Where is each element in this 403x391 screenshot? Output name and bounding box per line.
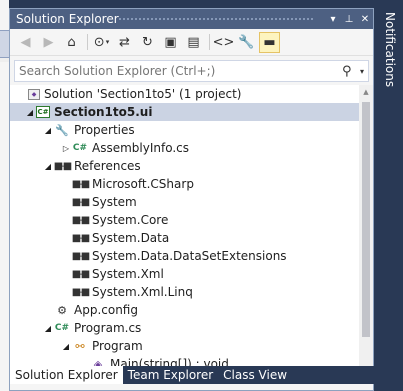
expanded-arrow-icon[interactable]: ◢	[42, 126, 54, 135]
search-box[interactable]: ⚲ ▾	[14, 60, 369, 82]
solution-icon: ◆	[28, 88, 40, 100]
program-class-label: Program	[92, 339, 143, 353]
tree-row-reference[interactable]: ■-■ System.Xml.Linq	[10, 283, 359, 301]
sync-with-active-document-icon[interactable]: ⇄	[114, 32, 135, 53]
reference-label: System.Core	[92, 213, 169, 227]
view-code-icon[interactable]: <>	[213, 32, 235, 53]
notifications-side-panel[interactable]: Notifications	[376, 8, 403, 391]
config-file-icon: ⚙	[57, 303, 67, 317]
tab-team-explorer[interactable]: Team Explorer	[123, 366, 219, 384]
reference-icon: ■-■	[71, 178, 91, 190]
reference-icon: ■-■	[71, 196, 91, 208]
tab-class-view[interactable]: Class View	[218, 366, 292, 384]
vertical-scrollbar[interactable]: ▲	[359, 85, 373, 372]
csharp-file-icon: C#	[72, 143, 88, 153]
reference-label: Microsoft.CSharp	[92, 177, 194, 191]
close-icon[interactable]: ✕	[357, 9, 373, 29]
scroll-up-icon[interactable]: ▲	[359, 85, 373, 99]
reference-label: System.Data.DataSetExtensions	[92, 249, 287, 263]
tree-row-reference[interactable]: ■-■ System.Xml	[10, 265, 359, 283]
tool-window-tabs: Solution Explorer Team Explorer Class Vi…	[10, 366, 374, 384]
assemblyinfo-label: AssemblyInfo.cs	[92, 141, 190, 155]
back-icon[interactable]: ◀	[15, 32, 36, 53]
toolbar-separator	[87, 34, 88, 50]
tree-row-reference[interactable]: ■-■ System	[10, 193, 359, 211]
home-icon[interactable]: ⌂	[61, 32, 82, 53]
reference-icon: ■-■	[71, 232, 91, 244]
toolbar-separator	[209, 34, 210, 50]
forward-icon[interactable]: ▶	[38, 32, 59, 53]
reference-icon: ■-■	[71, 268, 91, 280]
reference-label: System.Xml	[92, 267, 164, 281]
chevron-down-icon: ▾	[105, 38, 110, 46]
tree-row-programcs[interactable]: ◢ C# Program.cs	[10, 319, 359, 337]
pin-icon[interactable]: ⊥	[341, 9, 357, 29]
references-label: References	[74, 159, 141, 173]
panel-title-bar[interactable]: Solution Explorer ▾ ⊥ ✕	[10, 9, 373, 29]
references-icon: ■-■	[53, 160, 73, 172]
reference-icon: ■-■	[71, 250, 91, 262]
expanded-arrow-icon[interactable]: ◢	[60, 342, 72, 351]
reference-icon: ■-■	[71, 214, 91, 226]
tree-row-solution[interactable]: ◆ Solution 'Section1to5' (1 project)	[10, 85, 359, 103]
tab-solution-explorer[interactable]: Solution Explorer	[10, 366, 123, 384]
project-label: Section1to5.ui	[54, 105, 153, 119]
tree-row-appconfig[interactable]: ⚙ App.config	[10, 301, 359, 319]
reference-label: System.Xml.Linq	[92, 285, 193, 299]
refresh-icon[interactable]: ↻	[137, 32, 158, 53]
tree-row-assemblyinfo[interactable]: ▷ C# AssemblyInfo.cs	[10, 139, 359, 157]
tree-row-reference[interactable]: ■-■ System.Core	[10, 211, 359, 229]
tree-row-reference[interactable]: ■-■ System.Data	[10, 229, 359, 247]
expanded-arrow-icon[interactable]: ◢	[24, 108, 36, 117]
reference-label: System.Data	[92, 231, 170, 245]
show-all-files-icon[interactable]: ▤	[183, 32, 204, 53]
solution-tree[interactable]: ◆ Solution 'Section1to5' (1 project) ◢ C…	[10, 85, 359, 372]
search-icon[interactable]: ⚲	[342, 64, 356, 79]
scrollbar-thumb[interactable]	[362, 102, 370, 337]
pending-changes-filter-button[interactable]: ⊙ ▾	[91, 32, 112, 53]
preview-selected-items-icon[interactable]: ▬	[259, 31, 280, 53]
tree-row-reference[interactable]: ■-■ Microsoft.CSharp	[10, 175, 359, 193]
notifications-tab-label[interactable]: Notifications	[383, 12, 397, 87]
window-position-dropdown-icon[interactable]: ▾	[325, 9, 341, 29]
tree-row-references[interactable]: ◢ ■-■ References	[10, 157, 359, 175]
tree-row-reference[interactable]: ■-■ System.Data.DataSetExtensions	[10, 247, 359, 265]
appconfig-label: App.config	[74, 303, 138, 317]
csharp-project-icon: C#	[36, 106, 50, 118]
tree-row-program-class[interactable]: ◢ ⚯ Program	[10, 337, 359, 355]
expanded-arrow-icon[interactable]: ◢	[42, 324, 54, 333]
wrench-icon: 🔧	[55, 123, 69, 137]
title-grip	[118, 17, 315, 22]
class-icon: ⚯	[75, 339, 85, 353]
collapse-all-icon[interactable]: ▣	[160, 32, 181, 53]
csharp-file-icon: C#	[54, 323, 70, 333]
history-icon: ⊙	[93, 34, 105, 50]
editor-edge-tab	[0, 30, 9, 58]
properties-wrench-icon[interactable]: 🔧	[236, 32, 257, 53]
search-input[interactable]	[19, 64, 342, 78]
expanded-arrow-icon[interactable]: ◢	[42, 162, 54, 171]
toolbar: ◀ ▶ ⌂ ⊙ ▾ ⇄ ↻ ▣ ▤ <> 🔧 ▬	[10, 29, 373, 56]
properties-label: Properties	[74, 123, 135, 137]
solution-label: Solution 'Section1to5' (1 project)	[44, 87, 242, 101]
reference-label: System	[92, 195, 137, 209]
editor-edge-divider	[0, 58, 9, 62]
programcs-label: Program.cs	[74, 321, 142, 335]
tree-row-properties[interactable]: ◢ 🔧 Properties	[10, 121, 359, 139]
tree-row-project[interactable]: ◢ C# Section1to5.ui	[10, 103, 359, 121]
collapsed-arrow-icon[interactable]: ▷	[60, 144, 72, 153]
search-options-chevron-icon[interactable]: ▾	[360, 67, 364, 76]
reference-icon: ■-■	[71, 286, 91, 298]
editor-edge	[0, 0, 9, 391]
